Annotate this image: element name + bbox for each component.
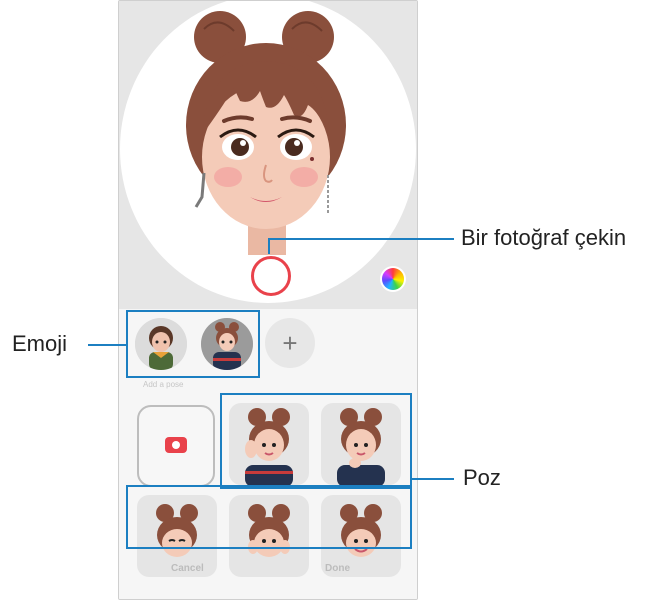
pose-callout-line: [410, 478, 454, 480]
cancel-button[interactable]: Cancel: [171, 563, 204, 574]
plus-icon: +: [282, 328, 298, 358]
color-wheel-icon[interactable]: [382, 268, 404, 290]
take-photo-button[interactable]: [251, 256, 291, 296]
emoji-callout-line: [88, 344, 126, 346]
photo-callout-line: [268, 238, 454, 240]
emoji-callout-label: Emoji: [12, 331, 68, 356]
pose-callout-box-top: [220, 393, 412, 489]
camera-preview-area: [119, 1, 417, 309]
emoji-callout-box: [126, 310, 260, 378]
add-emoji-button[interactable]: +: [265, 318, 315, 368]
camera-icon: [165, 437, 187, 453]
pose-camera-button[interactable]: [137, 405, 215, 487]
photo-callout-label: Bir fotoğraf çekin: [461, 225, 627, 250]
section-label: Add a pose: [143, 380, 184, 389]
photo-callout-tick: [268, 238, 270, 254]
pose-callout-label: Poz: [463, 465, 501, 490]
done-button[interactable]: Done: [325, 563, 350, 574]
pose-callout-box-bottom: [126, 485, 412, 549]
